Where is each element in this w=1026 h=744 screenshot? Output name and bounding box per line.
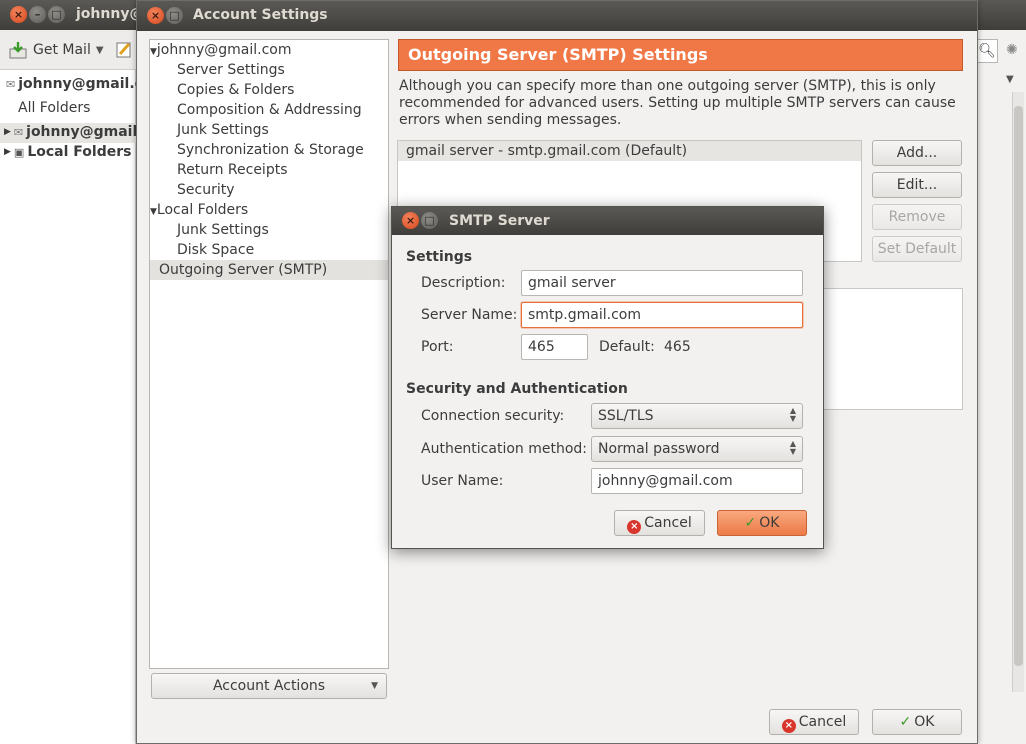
- tree-item-copies-folders[interactable]: Copies & Folders: [150, 80, 388, 100]
- tree-item-synchronization[interactable]: Synchronization & Storage: [150, 140, 388, 160]
- cancel-label: Cancel: [798, 714, 847, 730]
- check-icon: ✓: [899, 714, 912, 730]
- maximize-icon[interactable]: □: [166, 7, 183, 24]
- connection-security-label: Connection security:: [421, 408, 565, 424]
- remove-server-button[interactable]: Remove: [872, 204, 962, 230]
- tree-item-return-receipts[interactable]: Return Receipts: [150, 160, 388, 180]
- tree-label: johnny@gmail.com: [156, 42, 292, 58]
- edit-server-button[interactable]: Edit...: [872, 172, 962, 198]
- get-mail-button[interactable]: Get Mail ▼: [8, 38, 133, 62]
- tree-item-composition[interactable]: Composition & Addressing: [150, 100, 388, 120]
- search-icon[interactable]: 🔍︎: [976, 39, 998, 63]
- account-tree[interactable]: ▼johnny@gmail.com Server Settings Copies…: [149, 39, 389, 669]
- settings-heading: Settings: [406, 249, 473, 265]
- account-settings-titlebar: × □ Account Settings: [137, 1, 977, 31]
- tree-label: Local Folders: [156, 202, 249, 218]
- security-heading: Security and Authentication: [406, 381, 628, 397]
- description-label: Description:: [421, 275, 506, 291]
- tree-account-gmail[interactable]: ▼johnny@gmail.com: [150, 40, 388, 60]
- folder-item-label: Local Folders: [27, 144, 132, 160]
- folder-item-local[interactable]: ▶ ▣ Local Folders: [4, 144, 131, 160]
- tree-item-local-junk-settings[interactable]: Junk Settings: [150, 220, 388, 240]
- tree-account-local-folders[interactable]: ▼Local Folders: [150, 200, 388, 220]
- user-name-field[interactable]: johnny@gmail.com: [591, 468, 803, 494]
- dialog-ok-button[interactable]: ✓ OK: [717, 510, 807, 536]
- main-window-title: johnny@: [76, 6, 144, 22]
- scrollbar-thumb[interactable]: [1014, 106, 1023, 666]
- server-name-field[interactable]: smtp.gmail.com: [521, 302, 803, 328]
- close-icon[interactable]: ×: [10, 6, 27, 23]
- mail-icon: ✉: [6, 77, 16, 91]
- account-actions-label: Account Actions: [212, 678, 326, 694]
- chevron-down-icon[interactable]: ▼: [1006, 74, 1014, 85]
- connection-security-value: SSL/TLS: [598, 408, 654, 424]
- smtp-server-dialog: × □ SMTP Server Settings Description: gm…: [391, 206, 824, 549]
- collapse-arrow-icon[interactable]: ▼: [150, 47, 157, 57]
- folder-item-label: johnny@gmail.: [26, 124, 143, 140]
- account-cancel-button[interactable]: × Cancel: [769, 709, 859, 735]
- server-name-label: Server Name:: [421, 307, 518, 323]
- tree-item-security[interactable]: Security: [150, 180, 388, 200]
- collapse-arrow-icon[interactable]: ▼: [150, 207, 157, 217]
- dialog-cancel-button[interactable]: × Cancel: [614, 510, 705, 536]
- check-icon: ✓: [744, 515, 757, 531]
- account-ok-button[interactable]: ✓ OK: [872, 709, 962, 735]
- smtp-dialog-title: SMTP Server: [449, 213, 550, 229]
- get-mail-icon: [9, 42, 27, 59]
- folder-pane-header-label: johnny@gmail.c: [18, 76, 143, 92]
- tree-item-server-settings[interactable]: Server Settings: [150, 60, 388, 80]
- account-settings-title: Account Settings: [193, 7, 328, 23]
- port-field[interactable]: 465: [521, 334, 588, 360]
- cancel-label: Cancel: [644, 515, 692, 531]
- connection-security-select[interactable]: SSL/TLS ▲ ▼: [591, 403, 803, 429]
- computer-icon: ▣: [13, 145, 25, 159]
- ok-label: OK: [914, 714, 935, 730]
- main-scrollbar[interactable]: [1012, 92, 1024, 692]
- updown-arrows-icon: ▲ ▼: [789, 439, 796, 456]
- tree-item-junk-settings[interactable]: Junk Settings: [150, 120, 388, 140]
- tree-item-disk-space[interactable]: Disk Space: [150, 240, 388, 260]
- add-server-button[interactable]: Add...: [872, 140, 962, 166]
- auth-method-value: Normal password: [598, 441, 720, 457]
- smtp-settings-header: Outgoing Server (SMTP) Settings: [398, 39, 963, 71]
- server-details-box: [823, 288, 963, 410]
- expand-arrow-icon[interactable]: ▶: [4, 147, 11, 157]
- smtp-server-row[interactable]: gmail server - smtp.gmail.com (Default): [398, 141, 861, 161]
- mail-icon: ✉: [13, 125, 24, 139]
- smtp-dialog-titlebar: × □ SMTP Server: [392, 207, 823, 235]
- chevron-down-icon[interactable]: ▼: [96, 45, 104, 56]
- close-icon[interactable]: ×: [402, 212, 419, 229]
- default-port-label: Default:: [599, 339, 655, 355]
- description-field[interactable]: gmail server: [521, 270, 803, 296]
- write-icon[interactable]: [115, 41, 133, 59]
- tree-item-outgoing-server[interactable]: Outgoing Server (SMTP): [150, 260, 388, 280]
- port-label: Port:: [421, 339, 454, 355]
- cancel-icon: ×: [627, 520, 642, 534]
- maximize-icon[interactable]: □: [48, 6, 65, 23]
- folder-item-account[interactable]: ▶ ✉ johnny@gmail.: [4, 124, 143, 140]
- get-mail-label: Get Mail: [33, 42, 91, 58]
- user-name-label: User Name:: [421, 473, 504, 489]
- folder-pane: ✉ johnny@gmail.c All Folders ▶ ✉ johnny@…: [0, 70, 143, 744]
- expand-arrow-icon[interactable]: ▶: [4, 127, 11, 137]
- activity-spinner-icon: ✺: [1006, 42, 1018, 58]
- folder-pane-header: ✉ johnny@gmail.c: [6, 76, 143, 92]
- cancel-icon: ×: [781, 719, 796, 733]
- set-default-button[interactable]: Set Default: [872, 236, 962, 262]
- close-icon[interactable]: ×: [147, 7, 164, 24]
- auth-method-label: Authentication method:: [421, 441, 588, 457]
- account-actions-button[interactable]: Account Actions ▼: [151, 673, 387, 699]
- smtp-description: Although you can specify more than one o…: [399, 78, 956, 128]
- all-folders-selector[interactable]: All Folders: [18, 100, 90, 116]
- chevron-down-icon: ▼: [371, 681, 378, 691]
- maximize-icon[interactable]: □: [421, 212, 438, 229]
- auth-method-select[interactable]: Normal password ▲ ▼: [591, 436, 803, 462]
- default-port-value: 465: [664, 339, 691, 355]
- ok-label: OK: [759, 515, 780, 531]
- updown-arrows-icon: ▲ ▼: [789, 406, 796, 423]
- minimize-icon[interactable]: –: [29, 6, 46, 23]
